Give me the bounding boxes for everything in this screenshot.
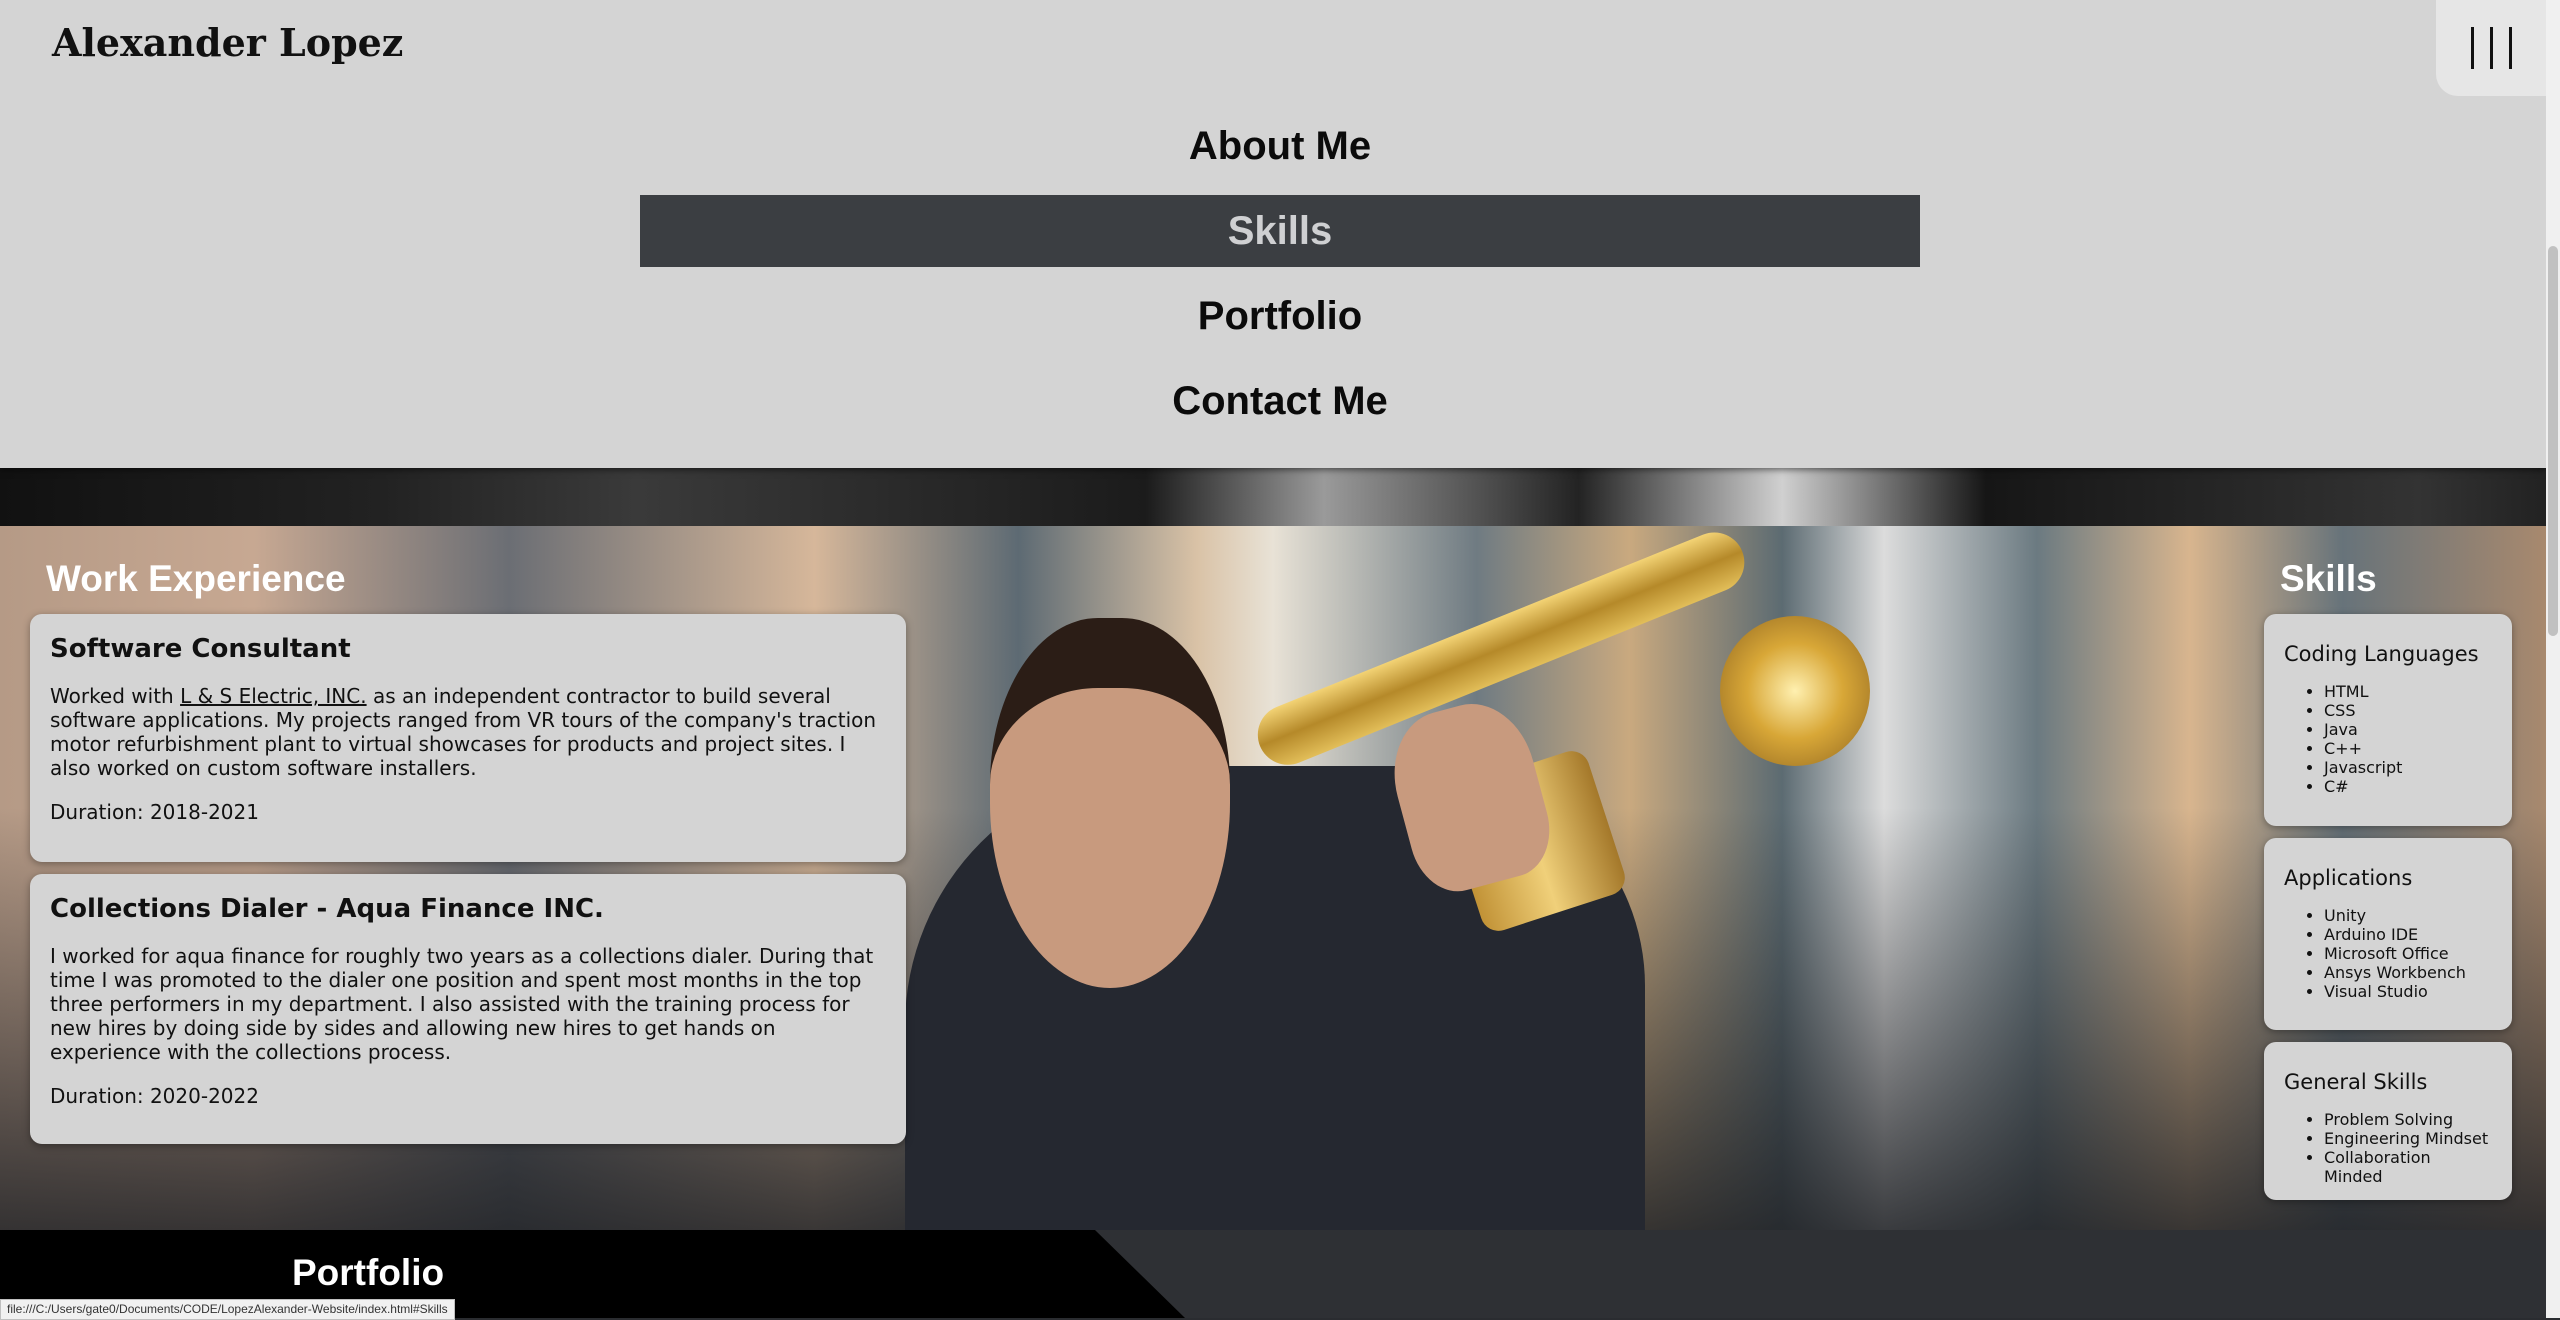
hamburger-vertical-icon	[2470, 27, 2474, 69]
skill-group-title: General Skills	[2284, 1070, 2428, 1094]
skill-group-title: Applications	[2284, 866, 2413, 890]
trumpet-bell-image	[1720, 616, 1870, 766]
nav-overlay: Alexander Lopez About Me Skills Portfoli…	[0, 0, 2546, 468]
job-description: I worked for aqua finance for roughly tw…	[50, 944, 874, 1064]
skill-list: HTML CSS Java C++ Javascript C#	[2284, 682, 2492, 796]
skill-group-title: Coding Languages	[2284, 642, 2479, 666]
skill-item: Problem Solving	[2324, 1110, 2492, 1129]
skill-item: HTML	[2324, 682, 2492, 701]
skill-item: Unity	[2324, 906, 2492, 925]
main-nav: About Me Skills Portfolio Contact Me	[640, 110, 1920, 450]
company-link[interactable]: L & S Electric, INC.	[180, 684, 367, 708]
nav-item-contact-me[interactable]: Contact Me	[640, 365, 1920, 437]
work-experience-title: Work Experience	[46, 558, 346, 599]
hamburger-vertical-icon	[2489, 27, 2493, 69]
scrollbar-thumb[interactable]	[2548, 246, 2558, 636]
skills-title: Skills	[2280, 558, 2377, 599]
skill-item: C#	[2324, 777, 2492, 796]
nav-item-skills[interactable]: Skills	[640, 195, 1920, 267]
job-duration: Duration: 2020-2022	[50, 1084, 259, 1108]
skill-item: Microsoft Office	[2324, 944, 2492, 963]
skill-item: Visual Studio	[2324, 982, 2492, 1001]
menu-toggle-button[interactable]	[2436, 0, 2546, 96]
skill-group-general-skills: General Skills Problem Solving Engineeri…	[2264, 1042, 2512, 1200]
skill-item: Java	[2324, 720, 2492, 739]
skill-item: Ansys Workbench	[2324, 963, 2492, 982]
job-duration: Duration: 2018-2021	[50, 800, 259, 824]
skill-list: Unity Arduino IDE Microsoft Office Ansys…	[2284, 906, 2492, 1001]
background-photo-head	[990, 618, 1230, 988]
portfolio-title: Portfolio	[292, 1252, 445, 1293]
hamburger-vertical-icon	[2508, 27, 2512, 69]
skill-group-applications: Applications Unity Arduino IDE Microsoft…	[2264, 838, 2512, 1030]
job-card: Collections Dialer - Aqua Finance INC. I…	[30, 874, 906, 1144]
skill-item: Arduino IDE	[2324, 925, 2492, 944]
skill-list: Problem Solving Engineering Mindset Coll…	[2284, 1110, 2492, 1186]
page-scrollbar[interactable]	[2546, 0, 2560, 1318]
skill-item: Engineering Mindset	[2324, 1129, 2492, 1148]
site-brand[interactable]: Alexander Lopez	[52, 20, 403, 65]
skill-item: Collaboration Minded	[2324, 1148, 2492, 1186]
job-card: Software Consultant Worked with L & S El…	[30, 614, 906, 862]
job-description: Worked with L & S Electric, INC. as an i…	[50, 684, 877, 780]
job-title: Software Consultant	[50, 634, 351, 664]
job-title: Collections Dialer - Aqua Finance INC.	[50, 894, 604, 924]
skill-item: Javascript	[2324, 758, 2492, 777]
nav-item-portfolio[interactable]: Portfolio	[640, 280, 1920, 352]
skills-section: Work Experience Software Consultant Work…	[0, 526, 2546, 1230]
nav-item-about-me[interactable]: About Me	[640, 110, 1920, 182]
hero-image-strip	[0, 468, 2546, 526]
browser-status-bar: file:///C:/Users/gate0/Documents/CODE/Lo…	[0, 1299, 455, 1320]
skill-item: C++	[2324, 739, 2492, 758]
skill-item: CSS	[2324, 701, 2492, 720]
skill-group-coding-languages: Coding Languages HTML CSS Java C++ Javas…	[2264, 614, 2512, 826]
